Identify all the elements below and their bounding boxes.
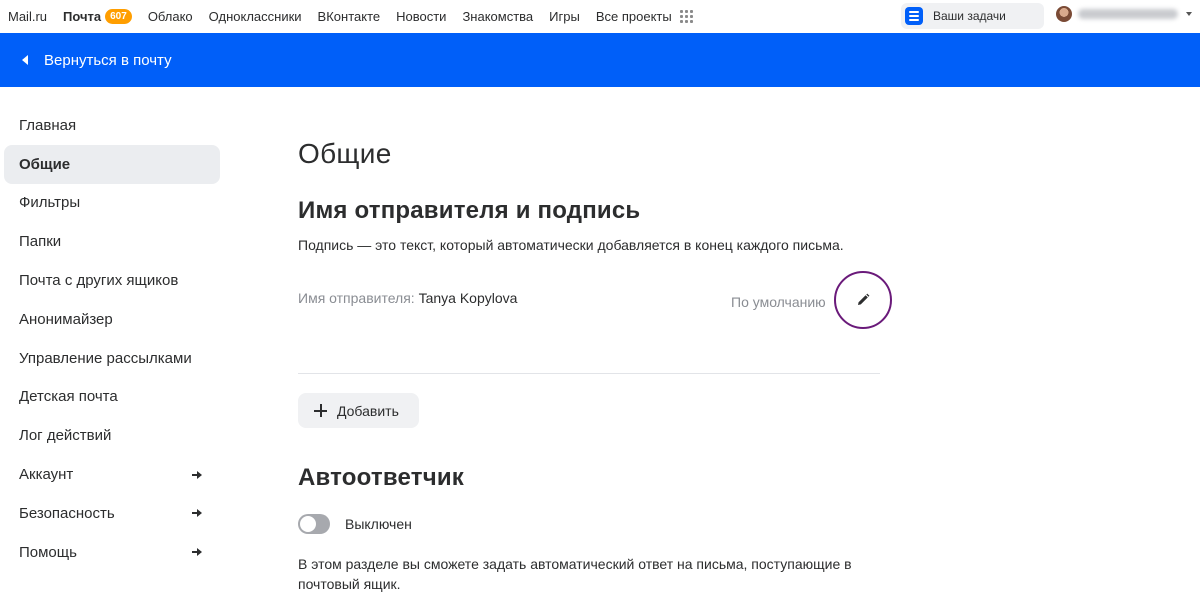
sender-name-label: Имя отправителя:: [298, 290, 415, 306]
sender-name-row: Имя отправителя: Tanya Kopylova: [298, 290, 517, 306]
user-menu[interactable]: [1056, 6, 1192, 22]
sidebar-item-folders[interactable]: Папки: [4, 222, 220, 261]
add-signature-label: Добавить: [337, 402, 399, 419]
sidebar-item-label: Аккаунт: [19, 466, 74, 484]
portal-link-ok[interactable]: Одноклассники: [209, 9, 302, 24]
portal-link-dating[interactable]: Знакомства: [462, 9, 533, 24]
sidebar-item-label: Анонимайзер: [19, 310, 113, 328]
sidebar-item-label: Управление рассылками: [19, 349, 192, 367]
portal-link-news[interactable]: Новости: [396, 9, 446, 24]
sidebar-item-filters[interactable]: Фильтры: [4, 184, 220, 223]
autoreply-toggle-row: Выключен: [298, 514, 412, 534]
signature-description: Подпись — это текст, который автоматичес…: [298, 237, 844, 253]
default-signature-label: По умолчанию: [731, 294, 826, 310]
back-to-mail-label: Вернуться в почту: [44, 51, 172, 69]
plus-icon: [314, 404, 327, 417]
autoreply-status-label: Выключен: [345, 516, 412, 532]
autoreply-section-title: Автоответчик: [298, 464, 465, 491]
sender-name-value: Tanya Kopylova: [418, 290, 518, 306]
chevron-down-icon: [1186, 12, 1192, 16]
sidebar-item-label: Помощь: [19, 543, 77, 561]
sidebar-item-label: Детская почта: [19, 388, 118, 406]
portal-topbar: Mail.ru Почта 607 Облако Одноклассники В…: [0, 0, 1200, 32]
tasks-button[interactable]: Ваши задачи: [901, 3, 1044, 29]
sidebar-item-security[interactable]: Безопасность: [4, 494, 220, 533]
back-to-mail-link[interactable]: Вернуться в почту: [0, 33, 1200, 87]
apps-grid-icon: [679, 9, 693, 23]
sidebar-item-label: Фильтры: [19, 194, 81, 212]
autoreply-toggle[interactable]: [298, 514, 330, 534]
sidebar-item-help[interactable]: Помощь: [4, 533, 220, 572]
sidebar-item-label: Главная: [19, 116, 77, 134]
edit-signature-button[interactable]: [834, 271, 892, 329]
sidebar-item-kids-mail[interactable]: Детская почта: [4, 378, 220, 417]
sidebar-item-activity-log[interactable]: Лог действий: [4, 416, 220, 455]
portal-link-mail[interactable]: Почта 607: [63, 8, 132, 24]
sidebar-item-label: Безопасность: [19, 504, 115, 522]
arrow-right-icon: [192, 470, 202, 480]
autoreply-description: В этом разделе вы сможете задать автомат…: [298, 556, 852, 592]
toggle-knob: [300, 516, 316, 532]
sidebar-item-general[interactable]: Общие: [4, 144, 220, 184]
sidebar-item-anonymizer[interactable]: Анонимайзер: [4, 300, 220, 339]
portal-link-cloud[interactable]: Облако: [148, 9, 193, 24]
sidebar-item-main[interactable]: Главная: [4, 106, 220, 145]
page-title: Общие: [298, 138, 392, 169]
sidebar-item-subscriptions[interactable]: Управление рассылками: [4, 339, 220, 378]
sidebar-item-label: Почта с других ящиков: [19, 272, 179, 290]
sidebar-item-account[interactable]: Аккаунт: [4, 455, 220, 494]
sidebar-item-label: Общие: [19, 155, 71, 173]
portal-link-mail-label: Почта: [63, 8, 102, 24]
arrow-right-icon: [192, 547, 202, 557]
tasks-label: Ваши задачи: [933, 9, 1006, 23]
signature-section-title: Имя отправителя и подпись: [298, 197, 641, 224]
all-projects-label: Все проекты: [595, 8, 672, 24]
portal-link-vk[interactable]: ВКонтакте: [318, 9, 381, 24]
user-email-redacted: [1078, 9, 1178, 19]
task-list-icon: [905, 7, 923, 25]
back-arrow-icon: [22, 55, 28, 65]
add-signature-button[interactable]: Добавить: [298, 393, 419, 428]
arrow-right-icon: [192, 508, 202, 518]
unread-count-badge: 607: [105, 8, 132, 24]
section-divider: [298, 373, 880, 374]
settings-sidebar: Главная Общие Фильтры Папки Почта с друг…: [4, 106, 220, 572]
sidebar-item-other-mailboxes[interactable]: Почта с других ящиков: [4, 261, 220, 300]
portal-links: Mail.ru Почта 607 Облако Одноклассники В…: [0, 0, 709, 32]
portal-link-mailru[interactable]: Mail.ru: [8, 9, 47, 24]
portal-link-games[interactable]: Игры: [549, 9, 580, 24]
pencil-icon: [858, 293, 870, 305]
sidebar-item-label: Лог действий: [19, 427, 112, 445]
avatar: [1056, 6, 1072, 22]
sidebar-item-label: Папки: [19, 233, 62, 251]
portal-link-all-projects[interactable]: Все проекты: [596, 9, 693, 24]
